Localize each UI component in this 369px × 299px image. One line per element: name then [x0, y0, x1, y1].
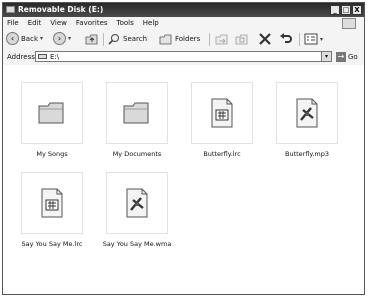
- lrc-file-icon: [211, 98, 233, 128]
- maximize-button[interactable]: □: [341, 5, 351, 15]
- drive-icon: [38, 54, 47, 59]
- media-file-icon: [126, 188, 148, 218]
- back-arrow-icon: ‹: [6, 32, 19, 45]
- file-item-butterfly-mp3[interactable]: Butterfly.mp3: [267, 82, 347, 158]
- folders-button[interactable]: Folders: [159, 32, 200, 46]
- back-label: Back: [21, 34, 38, 43]
- up-folder-button[interactable]: [85, 32, 99, 46]
- go-arrow-icon: →: [336, 52, 346, 62]
- chevron-down-icon: ▾: [40, 35, 44, 42]
- folder-icon: [123, 102, 149, 124]
- file-item-my-songs[interactable]: My Songs: [12, 82, 92, 158]
- address-dropdown-button[interactable]: ▾: [321, 52, 331, 61]
- toolbar: ‹ Back ▾ › ▾ Search Folders ▾: [3, 30, 364, 50]
- close-button[interactable]: X: [352, 5, 362, 15]
- address-value: E:\: [50, 53, 60, 61]
- undo-icon: [279, 32, 293, 46]
- chevron-down-icon: ▾: [68, 35, 72, 42]
- file-item-say-you-say-me-lrc[interactable]: Say You Say Me.lrc: [12, 172, 92, 248]
- copy-to-button[interactable]: [235, 32, 249, 46]
- undo-button[interactable]: [279, 32, 293, 46]
- up-folder-icon: [85, 32, 99, 46]
- folders-icon: [159, 32, 173, 46]
- menu-favorites[interactable]: Favorites: [76, 19, 108, 27]
- explorer-window: Removable Disk (E:) _ □ X File Edit View…: [2, 2, 365, 295]
- drive-icon: [6, 6, 15, 13]
- file-item-say-you-say-me-wma[interactable]: Say You Say Me.wma: [97, 172, 177, 248]
- file-name: Say You Say Me.wma: [102, 240, 172, 248]
- menu-help[interactable]: Help: [143, 19, 159, 27]
- copy-to-icon: [235, 32, 249, 46]
- file-name: Butterfly.mp3: [284, 150, 330, 158]
- menu-tools[interactable]: Tools: [117, 19, 134, 27]
- views-button[interactable]: ▾: [304, 32, 323, 46]
- menu-file[interactable]: File: [7, 19, 19, 27]
- address-bar: Address E:\ ▾ → Go: [3, 49, 364, 66]
- media-file-icon: [296, 98, 318, 128]
- address-label: Address: [7, 53, 35, 61]
- file-item-my-documents[interactable]: My Documents: [97, 82, 177, 158]
- window-title: Removable Disk (E:): [18, 5, 104, 14]
- file-name: My Songs: [36, 150, 68, 158]
- delete-icon: [258, 32, 272, 46]
- menu-edit[interactable]: Edit: [28, 19, 42, 27]
- chevron-down-icon: ▾: [320, 35, 324, 43]
- address-input[interactable]: E:\ ▾: [35, 51, 332, 62]
- search-icon: [107, 32, 121, 46]
- go-label: Go: [348, 53, 358, 61]
- forward-arrow-icon: ›: [53, 32, 66, 45]
- file-name: Say You Say Me.lrc: [21, 240, 83, 248]
- search-label: Search: [123, 35, 148, 43]
- move-to-button[interactable]: [215, 32, 229, 46]
- folder-icon: [38, 102, 64, 124]
- file-name: My Documents: [112, 150, 162, 158]
- forward-button[interactable]: › ▾: [53, 32, 71, 45]
- move-to-icon: [215, 32, 229, 46]
- file-item-butterfly-lrc[interactable]: Butterfly.lrc: [182, 82, 262, 158]
- file-name: Butterfly.lrc: [203, 150, 241, 158]
- back-button[interactable]: ‹ Back ▾: [6, 32, 43, 45]
- go-button[interactable]: → Go: [336, 52, 358, 62]
- minimize-button[interactable]: _: [330, 5, 340, 15]
- folders-label: Folders: [175, 35, 201, 43]
- menu-view[interactable]: View: [50, 19, 67, 27]
- delete-button[interactable]: [258, 32, 272, 46]
- windows-logo-icon: [342, 18, 356, 29]
- views-icon: [304, 32, 318, 46]
- menu-bar: File Edit View Favorites Tools Help: [3, 17, 364, 31]
- lrc-file-icon: [41, 188, 63, 218]
- file-list: My Songs My Documents Butterfly.lrc Butt…: [3, 65, 364, 294]
- title-bar[interactable]: Removable Disk (E:) _ □ X: [3, 3, 364, 17]
- search-button[interactable]: Search: [107, 32, 147, 46]
